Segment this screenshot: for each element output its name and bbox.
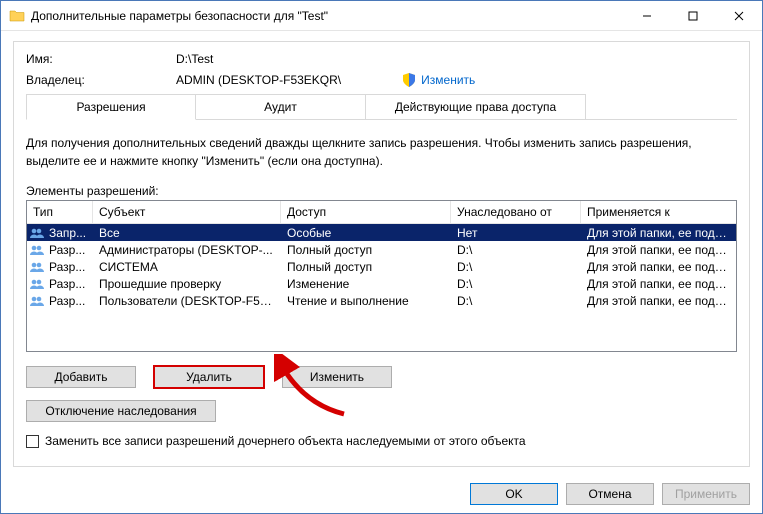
folder-icon bbox=[9, 8, 25, 24]
change-owner-link[interactable]: Изменить bbox=[401, 72, 475, 88]
cell-type: Разр... bbox=[27, 294, 93, 308]
cell-inherited-from: D:\ bbox=[451, 294, 581, 308]
cell-access: Полный доступ bbox=[281, 243, 451, 257]
ok-button[interactable]: OK bbox=[470, 483, 558, 505]
cell-access: Полный доступ bbox=[281, 260, 451, 274]
cell-access: Чтение и выполнение bbox=[281, 294, 451, 308]
tab-effective-access[interactable]: Действующие права доступа bbox=[366, 94, 586, 120]
dialog-buttons: OK Отмена Применить bbox=[470, 483, 750, 505]
cell-applies-to: Для этой папки, ее подпапок ... bbox=[581, 243, 736, 257]
titlebar: Дополнительные параметры безопасности дл… bbox=[1, 1, 762, 31]
remove-button[interactable]: Удалить bbox=[154, 366, 264, 388]
inner-panel: Имя: D:\Test Владелец: ADMIN (DESKTOP-F5… bbox=[13, 41, 750, 467]
cell-type: Разр... bbox=[27, 243, 93, 257]
tab-strip: Разрешения Аудит Действующие права досту… bbox=[26, 94, 737, 120]
replace-child-entries-label: Заменить все записи разрешений дочернего… bbox=[45, 434, 526, 448]
cell-subject: СИСТЕМА bbox=[93, 260, 281, 274]
advanced-security-window: Дополнительные параметры безопасности дл… bbox=[0, 0, 763, 514]
col-inherited-from[interactable]: Унаследовано от bbox=[451, 201, 581, 223]
table-row[interactable]: Разр...СИСТЕМАПолный доступD:\Для этой п… bbox=[27, 258, 736, 275]
cell-subject: Пользователи (DESKTOP-F53... bbox=[93, 294, 281, 308]
maximize-button[interactable] bbox=[670, 1, 716, 31]
apply-button[interactable]: Применить bbox=[662, 483, 750, 505]
window-title: Дополнительные параметры безопасности дл… bbox=[31, 9, 624, 23]
cell-subject: Все bbox=[93, 226, 281, 240]
owner-value: ADMIN (DESKTOP-F53EKQR\ bbox=[176, 73, 341, 87]
table-body: Запр...ВсеОсобыеНетДля этой папки, ее по… bbox=[27, 224, 736, 309]
permissions-table: Тип Субъект Доступ Унаследовано от Приме… bbox=[26, 200, 737, 352]
add-button[interactable]: Добавить bbox=[26, 366, 136, 388]
cell-access: Изменение bbox=[281, 277, 451, 291]
minimize-button[interactable] bbox=[624, 1, 670, 31]
cancel-button[interactable]: Отмена bbox=[566, 483, 654, 505]
col-applies-to[interactable]: Применяется к bbox=[581, 201, 736, 223]
change-link-text: Изменить bbox=[421, 73, 475, 87]
owner-row: Владелец: ADMIN (DESKTOP-F53EKQR\ Измени… bbox=[26, 72, 737, 88]
col-type[interactable]: Тип bbox=[27, 201, 93, 223]
table-row[interactable]: Разр...Администраторы (DESKTOP-...Полный… bbox=[27, 241, 736, 258]
cell-type: Запр... bbox=[27, 226, 93, 240]
cell-type: Разр... bbox=[27, 277, 93, 291]
cell-type: Разр... bbox=[27, 260, 93, 274]
disable-inheritance-button[interactable]: Отключение наследования bbox=[26, 400, 216, 422]
owner-label: Владелец: bbox=[26, 73, 176, 87]
name-label: Имя: bbox=[26, 52, 176, 66]
table-row[interactable]: Запр...ВсеОсобыеНетДля этой папки, ее по… bbox=[27, 224, 736, 241]
table-header: Тип Субъект Доступ Унаследовано от Приме… bbox=[27, 201, 736, 224]
cell-subject: Администраторы (DESKTOP-... bbox=[93, 243, 281, 257]
tab-permissions[interactable]: Разрешения bbox=[26, 94, 196, 120]
replace-child-entries-row: Заменить все записи разрешений дочернего… bbox=[26, 434, 737, 448]
cell-applies-to: Для этой папки, ее подпапок ... bbox=[581, 226, 736, 240]
cell-inherited-from: Нет bbox=[451, 226, 581, 240]
cell-inherited-from: D:\ bbox=[451, 277, 581, 291]
col-access[interactable]: Доступ bbox=[281, 201, 451, 223]
table-row[interactable]: Разр...Пользователи (DESKTOP-F53...Чтени… bbox=[27, 292, 736, 309]
help-text: Для получения дополнительных сведений дв… bbox=[26, 134, 737, 170]
content-area: Имя: D:\Test Владелец: ADMIN (DESKTOP-F5… bbox=[1, 31, 762, 467]
name-row: Имя: D:\Test bbox=[26, 52, 737, 66]
replace-child-entries-checkbox[interactable] bbox=[26, 435, 39, 448]
permission-entries-label: Элементы разрешений: bbox=[26, 184, 737, 198]
edit-button[interactable]: Изменить bbox=[282, 366, 392, 388]
cell-applies-to: Для этой папки, ее подпапок ... bbox=[581, 260, 736, 274]
col-subject[interactable]: Субъект bbox=[93, 201, 281, 223]
cell-applies-to: Для этой папки, ее подпапок ... bbox=[581, 277, 736, 291]
shield-icon bbox=[401, 72, 417, 88]
action-button-row: Добавить Удалить Изменить bbox=[26, 366, 737, 388]
tab-audit[interactable]: Аудит bbox=[196, 94, 366, 120]
table-row[interactable]: Разр...Прошедшие проверкуИзменениеD:\Для… bbox=[27, 275, 736, 292]
name-value: D:\Test bbox=[176, 52, 737, 66]
cell-access: Особые bbox=[281, 226, 451, 240]
cell-applies-to: Для этой папки, ее подпапок ... bbox=[581, 294, 736, 308]
close-button[interactable] bbox=[716, 1, 762, 31]
cell-subject: Прошедшие проверку bbox=[93, 277, 281, 291]
cell-inherited-from: D:\ bbox=[451, 260, 581, 274]
cell-inherited-from: D:\ bbox=[451, 243, 581, 257]
